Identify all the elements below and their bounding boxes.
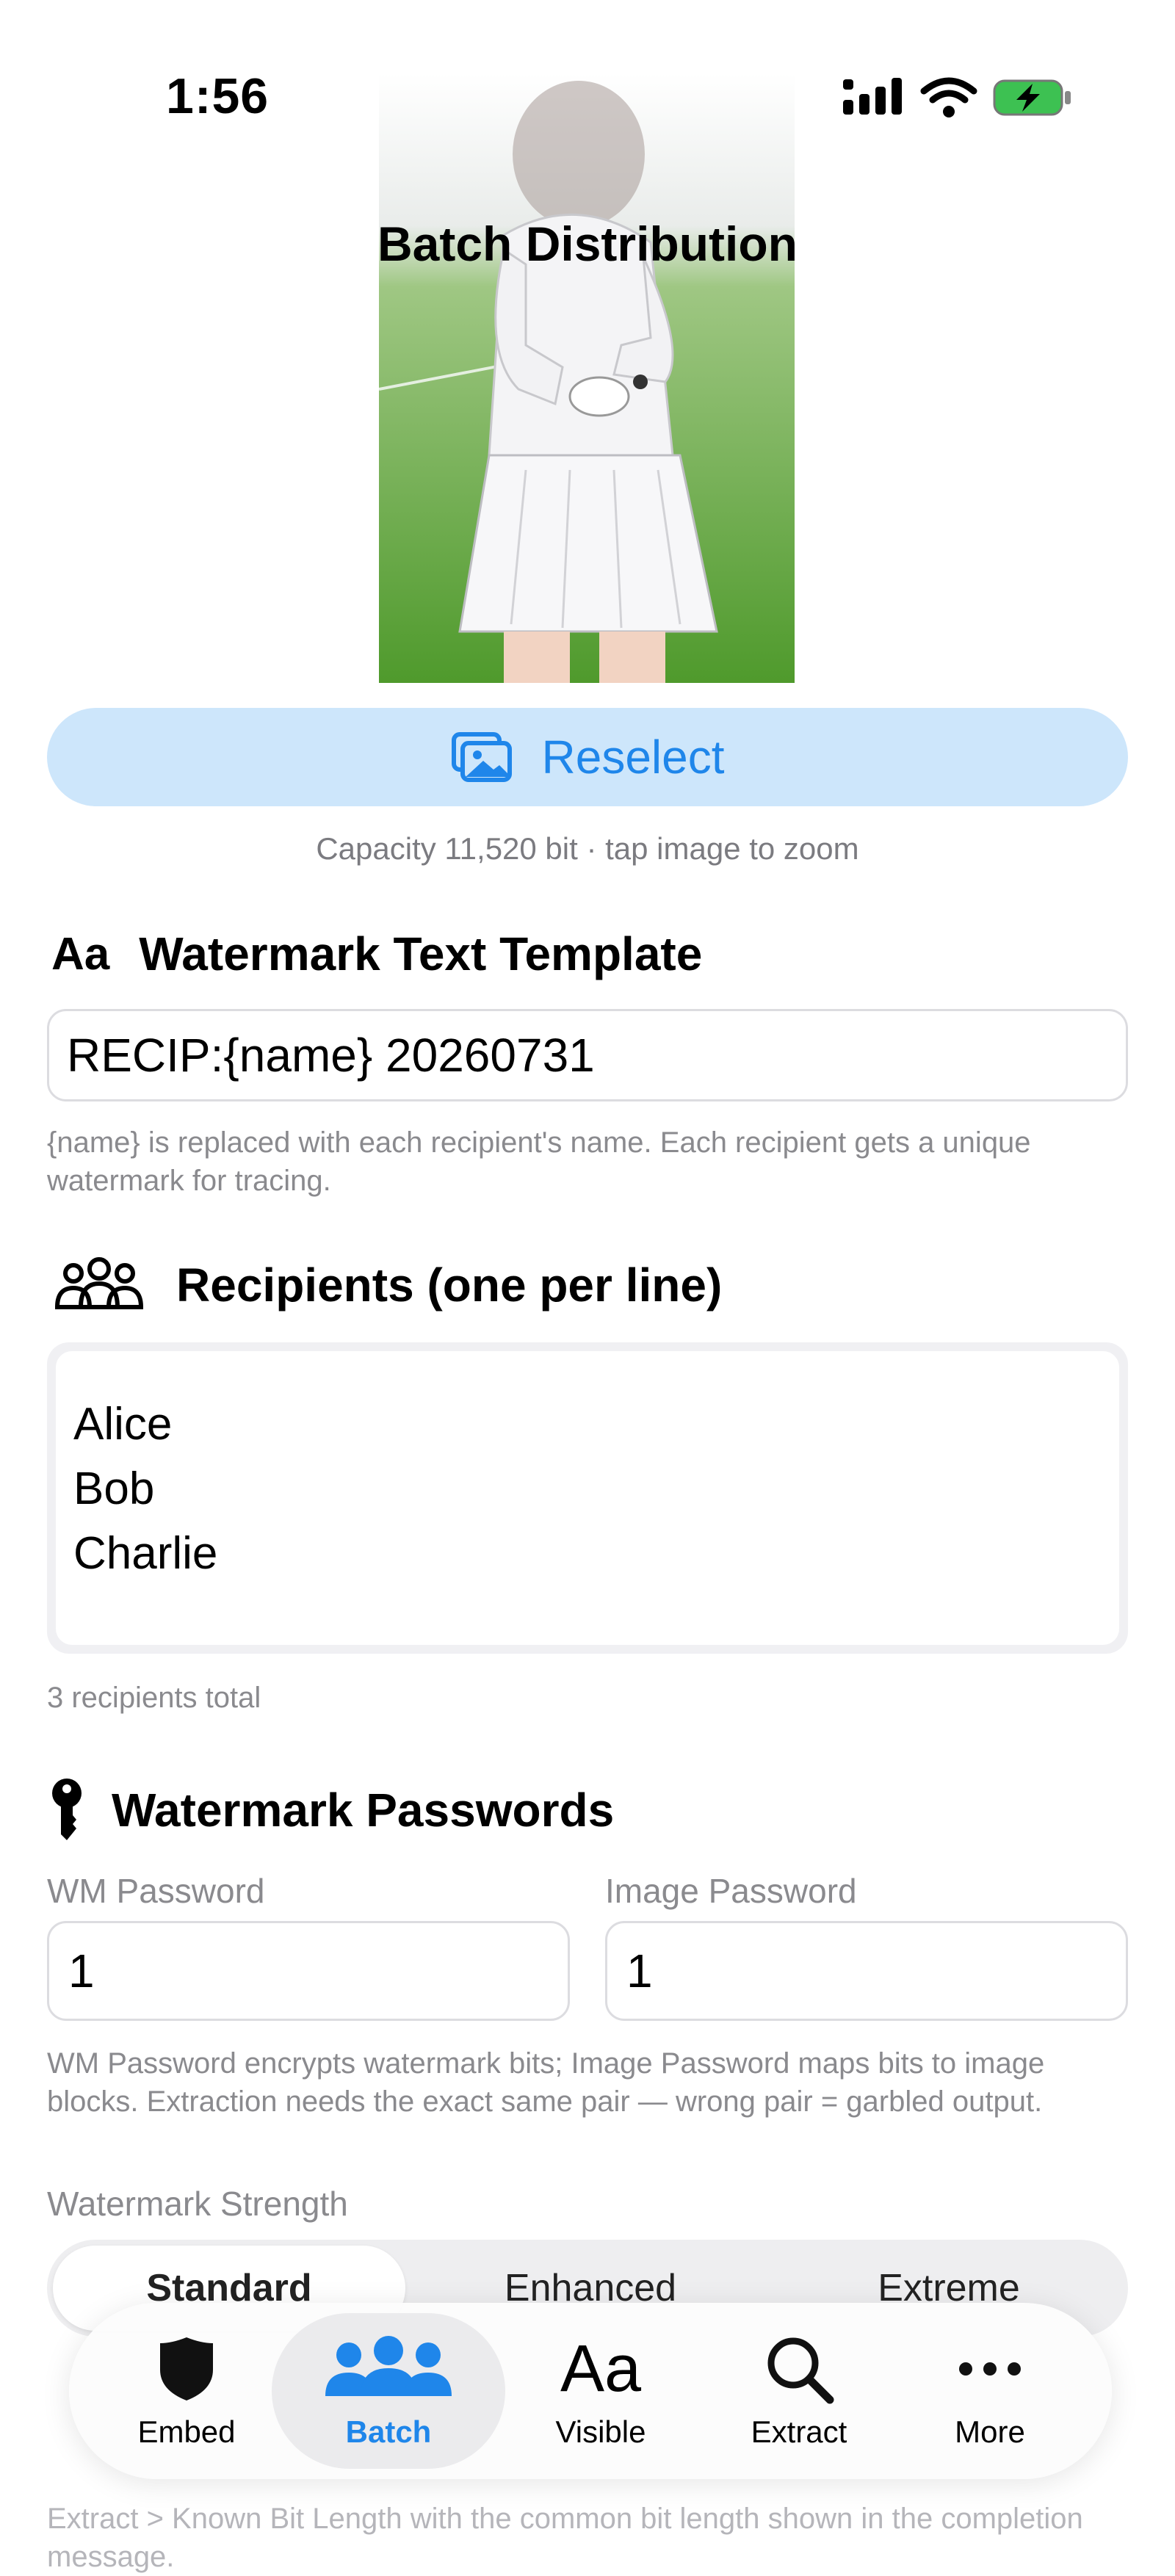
tab-extract-label: Extract	[751, 2414, 847, 2449]
image-password-field[interactable]: 1	[605, 1921, 1128, 2021]
strength-label: Watermark Strength	[47, 2185, 348, 2223]
tab-visible-label: Visible	[555, 2414, 646, 2449]
template-section-header: Aa Watermark Text Template	[51, 927, 702, 981]
magnifier-icon	[767, 2337, 834, 2404]
template-section-title: Watermark Text Template	[139, 927, 703, 980]
reselect-label: Reselect	[541, 731, 725, 784]
image-password-label: Image Password	[605, 1872, 857, 1910]
recipients-section-header: Recipients (one per line)	[51, 1256, 722, 1314]
tab-embed[interactable]: Embed	[88, 2313, 285, 2469]
tab-bar: Embed Batch Aa Visible Extract More	[69, 2303, 1112, 2479]
ellipsis-icon	[959, 2362, 1021, 2376]
status-icons	[843, 77, 1071, 117]
recipient-line: Alice	[73, 1399, 173, 1450]
wm-password-field[interactable]: 1	[47, 1921, 570, 2021]
capacity-caption: Capacity 11,520 bit · tap image to zoom	[316, 831, 859, 866]
tab-more[interactable]: More	[892, 2313, 1088, 2469]
people-icon	[325, 2336, 452, 2396]
page-title: Batch Distribution	[377, 217, 798, 271]
battery-charging-icon	[993, 79, 1071, 116]
reselect-button[interactable]: Reselect	[47, 708, 1128, 806]
recipient-count: 3 recipients total	[47, 1682, 261, 1714]
wifi-icon	[920, 77, 977, 117]
recipients-textarea-content: Alice Bob Charlie	[56, 1351, 1119, 1645]
wm-password-label: WM Password	[47, 1872, 265, 1910]
recipients-section-title: Recipients (one per line)	[176, 1259, 723, 1311]
photos-icon	[451, 732, 512, 782]
cellular-signal-icon	[843, 78, 902, 115]
text-format-icon: Aa	[51, 928, 110, 980]
passwords-section-header: Watermark Passwords	[48, 1777, 614, 1843]
shield-icon	[160, 2337, 213, 2400]
recipients-textarea[interactable]: Alice Bob Charlie	[47, 1342, 1128, 1654]
tab-extract[interactable]: Extract	[701, 2313, 897, 2469]
tab-visible[interactable]: Aa Visible	[502, 2313, 699, 2469]
key-icon	[52, 1779, 82, 1840]
people-group-icon	[54, 1257, 144, 1309]
tab-embed-label: Embed	[137, 2414, 236, 2449]
tab-more-label: More	[955, 2414, 1025, 2449]
template-help-text: {name} is replaced with each recipient's…	[47, 1126, 1031, 1197]
status-time: 1:56	[166, 68, 270, 124]
tab-batch-label: Batch	[345, 2414, 432, 2449]
passwords-help-text: WM Password encrypts watermark bits; Ima…	[47, 2047, 1045, 2118]
recipient-line: Bob	[73, 1464, 155, 1514]
template-input[interactable]: RECIP:{name} 20260731	[47, 1009, 1128, 1101]
recipient-line: Charlie	[73, 1528, 218, 1579]
strength-help-tail: Extract > Known Bit Length with the comm…	[47, 2503, 1083, 2573]
selected-image-preview[interactable]	[379, 73, 795, 683]
passwords-section-title: Watermark Passwords	[112, 1784, 615, 1837]
tab-batch[interactable]: Batch	[272, 2313, 505, 2469]
aa-text-icon: Aa	[560, 2331, 642, 2406]
